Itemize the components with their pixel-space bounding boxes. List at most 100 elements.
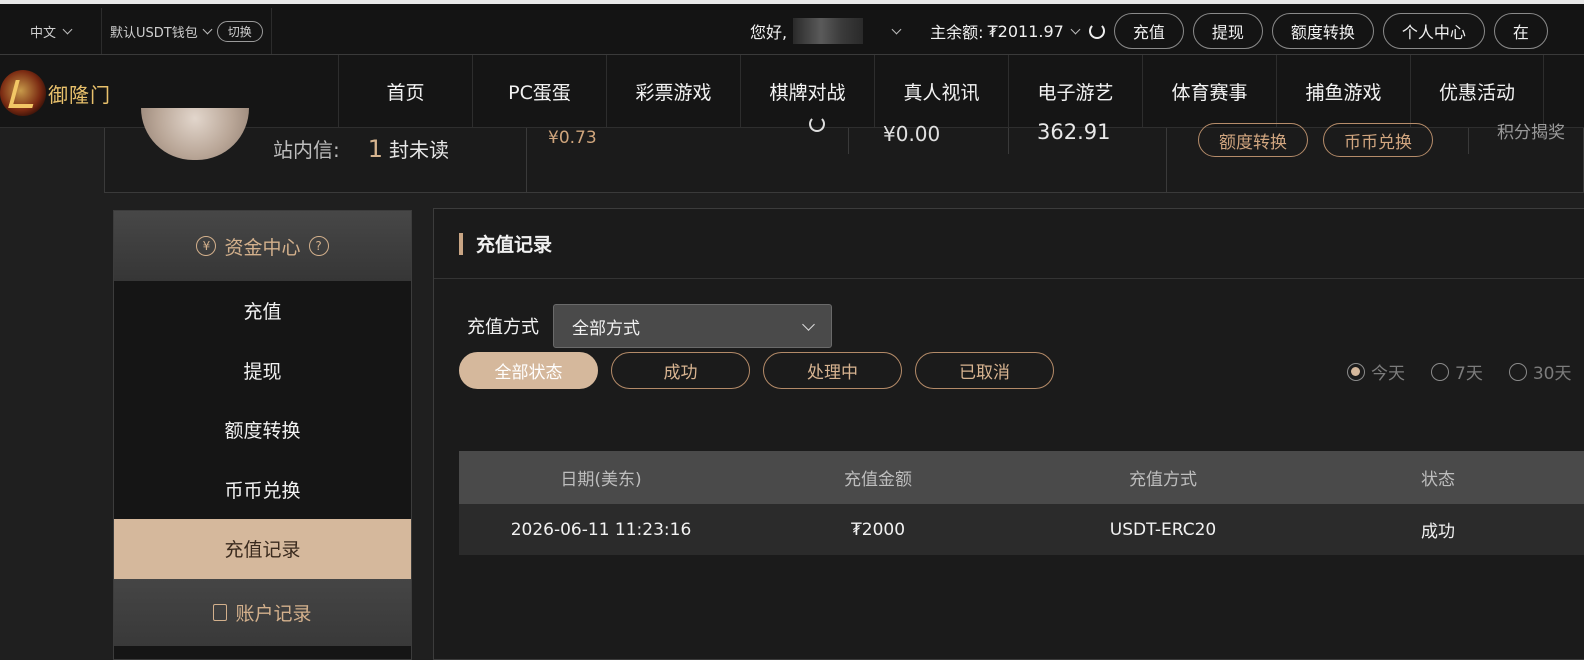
column-header-status: 状态 (1421, 470, 1455, 490)
nav-card-games[interactable]: 棋牌对战 (740, 55, 874, 127)
status-filter: 全部状态 成功 处理中 已取消 (459, 352, 1054, 389)
refresh-icon[interactable] (1088, 23, 1105, 39)
range-label: 今天 (1371, 364, 1405, 384)
column-header-amount: 充值金额 (844, 470, 912, 490)
method-label: 充值方式 (467, 317, 539, 338)
cell-date: 2026-06-11 11:23:16 (510, 519, 692, 540)
nav-slots[interactable]: 电子游艺 (1008, 55, 1142, 127)
method-selected-value: 全部方式 (572, 318, 640, 339)
range-label: 7天 (1455, 364, 1483, 384)
nav-sports[interactable]: 体育赛事 (1142, 55, 1276, 127)
chevron-down-icon (1070, 24, 1081, 34)
column-header-date: 日期(美东) (560, 470, 642, 490)
records-table: 日期(美东) 充值金额 充值方式 状态 2026-06-11 11:23:16 … (459, 451, 1584, 555)
sidebar-header-label: 资金中心 (224, 236, 301, 259)
withdraw-button[interactable]: 提现 (1192, 13, 1263, 49)
nav-pc-egg[interactable]: PC蛋蛋 (472, 55, 606, 127)
coin-exchange-button[interactable]: 币币兑换 (1323, 123, 1433, 157)
status-all-button[interactable]: 全部状态 (459, 352, 598, 389)
language-selector[interactable]: 中文 (0, 8, 102, 54)
sidebar-item-coin-exchange[interactable]: 币币兑换 (114, 460, 411, 520)
table-row[interactable]: 2026-06-11 11:23:16 ₮2000 USDT-ERC20 成功 (459, 504, 1584, 555)
divider (1166, 128, 1167, 192)
sidebar-item-deposit-records[interactable]: 充值记录 (114, 519, 411, 579)
fund-center-sidebar: ¥ 资金中心 ? 充值 提现 额度转换 币币兑换 充值记录 账户记录 (113, 210, 412, 660)
radio-unchecked-icon (1431, 362, 1449, 381)
nav-live-casino[interactable]: 真人视讯 (874, 55, 1008, 127)
table-header: 日期(美东) 充值金额 充值方式 状态 (459, 451, 1584, 504)
range-today-radio[interactable]: 今天 (1347, 359, 1405, 384)
range-7days-radio[interactable]: 7天 (1431, 359, 1483, 384)
points-lottery-link[interactable]: 积分揭奖 (1497, 118, 1565, 143)
range-30days-radio[interactable]: 30天 (1508, 359, 1572, 384)
cell-method: USDT-ERC20 (1109, 519, 1217, 540)
inbox-count: 1 (367, 135, 384, 163)
sidebar-item-transfer[interactable]: 额度转换 (114, 400, 411, 460)
yen-icon: ¥ (196, 236, 217, 256)
method-select[interactable]: 全部方式 (553, 304, 832, 348)
sidebar-account-records[interactable]: 账户记录 (114, 578, 411, 646)
chevron-down-icon (802, 317, 815, 331)
divider (848, 128, 849, 154)
logo-text: 御隆门 (48, 82, 111, 107)
range-label: 30天 (1532, 364, 1572, 384)
status-cancelled-button[interactable]: 已取消 (915, 352, 1054, 389)
divider (1008, 128, 1009, 154)
language-label: 中文 (29, 25, 56, 41)
inbox-label: 站内信: (273, 138, 340, 162)
site-logo[interactable]: 御隆门 (0, 65, 120, 121)
nav-home[interactable]: 首页 (338, 55, 472, 127)
balance-value: ₮2011.97 (987, 21, 1064, 41)
status-processing-button[interactable]: 处理中 (763, 352, 902, 389)
radio-unchecked-icon (1508, 362, 1527, 381)
switch-wallet-button[interactable]: 切换 (216, 20, 263, 42)
wallet-amount: ¥0.73 (548, 128, 597, 148)
document-icon (213, 603, 228, 621)
user-greeting[interactable]: 您好, (750, 18, 902, 44)
title-accent-bar (459, 232, 463, 255)
transfer-button[interactable]: 额度转换 (1271, 13, 1374, 49)
status-success-button[interactable]: 成功 (611, 352, 750, 389)
sidebar-item-deposit[interactable]: 充值 (114, 281, 411, 341)
greeting-text: 您好, (750, 23, 788, 42)
balance-label: 主余额: (930, 23, 984, 42)
deposit-button[interactable]: 充值 (1113, 13, 1184, 49)
logo-emblem-icon (0, 70, 46, 116)
username-redacted (793, 18, 864, 44)
cell-status: 成功 (1421, 522, 1455, 542)
wallet-amount: ¥0.00 (883, 122, 941, 146)
sidebar-header[interactable]: ¥ 资金中心 ? (114, 211, 411, 281)
sidebar-sub-label: 账户记录 (235, 602, 312, 625)
divider (526, 128, 527, 192)
quota-transfer-button[interactable]: 额度转换 (1198, 123, 1308, 157)
wallet-label: 默认USDT钱包 (110, 25, 198, 41)
nav-promotions[interactable]: 优惠活动 (1410, 55, 1544, 127)
page-title: 充值记录 (476, 234, 553, 256)
top-bar: 中文 默认USDT钱包 切换 您好, 主余额: ₮2011.97 充值 提现 额… (0, 0, 1584, 54)
inbox-unread-label: 封未读 (389, 138, 450, 162)
divider (1468, 128, 1469, 154)
panel-header: 充值记录 (434, 209, 1584, 279)
nav-lottery[interactable]: 彩票游戏 (606, 55, 740, 127)
personal-center-button[interactable]: 个人中心 (1382, 13, 1485, 49)
main-balance[interactable]: 主余额: ₮2011.97 (930, 19, 1105, 43)
radio-checked-icon (1347, 362, 1365, 381)
online-service-button[interactable]: 在 (1493, 13, 1548, 49)
chevron-down-icon (62, 24, 73, 34)
deposit-records-panel: 充值记录 充值方式 全部方式 全部状态 成功 处理中 已取消 今天 7天 30天… (433, 208, 1584, 660)
sidebar-item-withdraw[interactable]: 提现 (114, 341, 411, 401)
wallet-selector[interactable]: 默认USDT钱包 切换 (102, 8, 272, 54)
chevron-down-icon (202, 24, 213, 34)
cell-amount: ₮2000 (850, 519, 906, 540)
nav-fishing[interactable]: 捕鱼游戏 (1276, 55, 1410, 127)
help-icon[interactable]: ? (308, 236, 329, 256)
refresh-icon[interactable] (809, 116, 825, 132)
date-range-filter: 今天 7天 30天 (1347, 359, 1571, 384)
account-summary: 站内信: 1 封未读 ¥0.73 ¥0.00 362.91 额度转换 币币兑换 … (104, 108, 1584, 193)
inbox-summary[interactable]: 站内信: 1 封未读 (273, 134, 449, 163)
column-header-method: 充值方式 (1129, 470, 1197, 490)
chevron-down-icon (891, 24, 902, 34)
points-amount: 362.91 (1037, 120, 1111, 144)
avatar[interactable] (141, 108, 249, 160)
method-filter: 充值方式 全部方式 (467, 304, 832, 348)
